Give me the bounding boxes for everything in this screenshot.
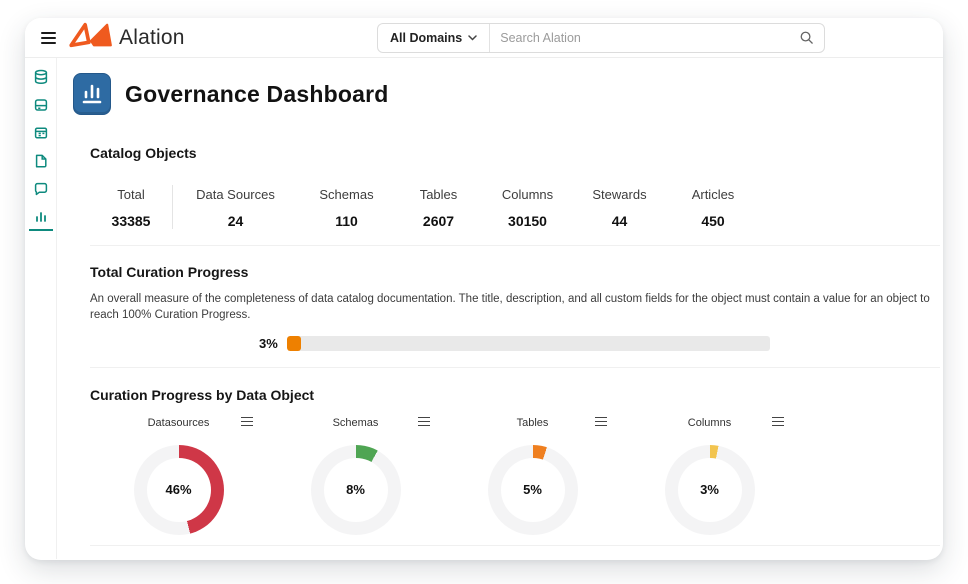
donut-hole: 46% — [147, 458, 211, 522]
donut-hole: 3% — [678, 458, 742, 522]
chart-context-menu-icon[interactable] — [416, 415, 432, 429]
brand-name: Alation — [119, 26, 185, 50]
alation-logo[interactable]: Alation — [69, 21, 185, 54]
stat-value: 44 — [573, 213, 666, 229]
chart-title: Schemas — [333, 417, 379, 429]
top-navigation-bar: Alation All Domains — [25, 18, 943, 58]
stat-value: 450 — [666, 213, 760, 229]
chart-context-menu-icon[interactable] — [770, 415, 786, 429]
stat-value: 2607 — [395, 213, 482, 229]
catalog-objects-stats: Total 33385 Data Sources 24 Schemas 110 … — [90, 185, 937, 229]
stat-schemas: Schemas 110 — [298, 185, 395, 229]
progress-fill — [287, 336, 301, 351]
alation-logo-mark-icon — [69, 21, 113, 54]
stat-label: Stewards — [573, 187, 666, 202]
donut-percent-label: 46% — [165, 482, 191, 497]
table-icon — [33, 125, 49, 141]
progress-percent-label: 3% — [259, 336, 278, 351]
stat-value: 33385 — [90, 213, 172, 229]
progress-track — [287, 336, 770, 351]
total-curation-description: An overall measure of the completeness o… — [90, 292, 937, 324]
stat-label: Tables — [395, 187, 482, 202]
donut-percent-label: 5% — [523, 482, 542, 497]
stat-label: Schemas — [298, 187, 395, 202]
donut-percent-label: 8% — [346, 482, 365, 497]
stat-data-sources: Data Sources 24 — [173, 185, 298, 229]
chart-title: Columns — [688, 417, 731, 429]
left-sidebar — [25, 58, 57, 559]
bar-chart-icon — [33, 210, 49, 224]
stat-stewards: Stewards 44 — [573, 185, 666, 229]
stat-columns: Columns 30150 — [482, 185, 573, 229]
search-input[interactable] — [490, 24, 789, 52]
section-divider — [90, 545, 940, 546]
curation-by-object-heading: Curation Progress by Data Object — [90, 387, 937, 403]
stat-value: 24 — [173, 213, 298, 229]
sidebar-item-data-sources[interactable] — [29, 66, 53, 87]
total-curation-progress-bar: 3% — [259, 336, 937, 351]
donut-chart-schemas: Schemas 8% — [267, 415, 444, 535]
sidebar-item-tables[interactable] — [29, 122, 53, 143]
global-search: All Domains — [377, 23, 825, 53]
page-header: Governance Dashboard — [73, 73, 937, 115]
sidebar-item-dashboards[interactable] — [29, 206, 53, 231]
donut-ring: 5% — [488, 445, 578, 535]
donut-hole: 5% — [501, 458, 565, 522]
sidebar-item-data-store[interactable] — [29, 94, 53, 115]
domain-filter-label: All Domains — [390, 31, 462, 45]
donut-percent-label: 3% — [700, 482, 719, 497]
donut-chart-columns: Columns 3% — [621, 415, 798, 535]
total-curation-heading: Total Curation Progress — [90, 264, 937, 280]
document-icon — [33, 153, 49, 169]
donut-chart-tables: Tables 5% — [444, 415, 621, 535]
stat-label: Data Sources — [173, 187, 298, 202]
search-icon[interactable] — [789, 24, 824, 52]
stat-value: 30150 — [482, 213, 573, 229]
donut-ring: 8% — [311, 445, 401, 535]
donut-chart-datasources: Datasources 46% — [90, 415, 267, 535]
stat-total: Total 33385 — [90, 185, 173, 229]
section-divider — [90, 367, 940, 368]
catalog-objects-heading: Catalog Objects — [90, 145, 937, 161]
data-source-icon — [33, 97, 49, 113]
chart-context-menu-icon[interactable] — [239, 415, 255, 429]
stat-articles: Articles 450 — [666, 185, 760, 229]
page-title: Governance Dashboard — [125, 81, 388, 108]
chart-title: Tables — [517, 417, 549, 429]
chart-context-menu-icon[interactable] — [593, 415, 609, 429]
sidebar-item-conversations[interactable] — [29, 178, 53, 199]
stat-value: 110 — [298, 213, 395, 229]
stat-label: Columns — [482, 187, 573, 202]
chart-title: Datasources — [148, 417, 210, 429]
domain-filter-dropdown[interactable]: All Domains — [378, 24, 490, 52]
conversation-icon — [33, 181, 49, 197]
hamburger-menu-icon[interactable] — [35, 25, 61, 51]
stat-label: Total — [90, 187, 172, 202]
app-window: Alation All Domains — [25, 18, 943, 560]
donut-charts-row: Datasources 46% Schemas — [90, 415, 937, 535]
database-icon — [33, 69, 49, 85]
sidebar-item-documents[interactable] — [29, 150, 53, 171]
donut-ring: 3% — [665, 445, 755, 535]
donut-hole: 8% — [324, 458, 388, 522]
stat-label: Articles — [666, 187, 760, 202]
section-divider — [90, 245, 940, 246]
stat-tables: Tables 2607 — [395, 185, 482, 229]
chevron-down-icon — [468, 35, 477, 41]
dashboard-page-icon — [73, 73, 111, 115]
donut-ring: 46% — [134, 445, 224, 535]
main-content: Governance Dashboard Catalog Objects Tot… — [57, 58, 943, 559]
